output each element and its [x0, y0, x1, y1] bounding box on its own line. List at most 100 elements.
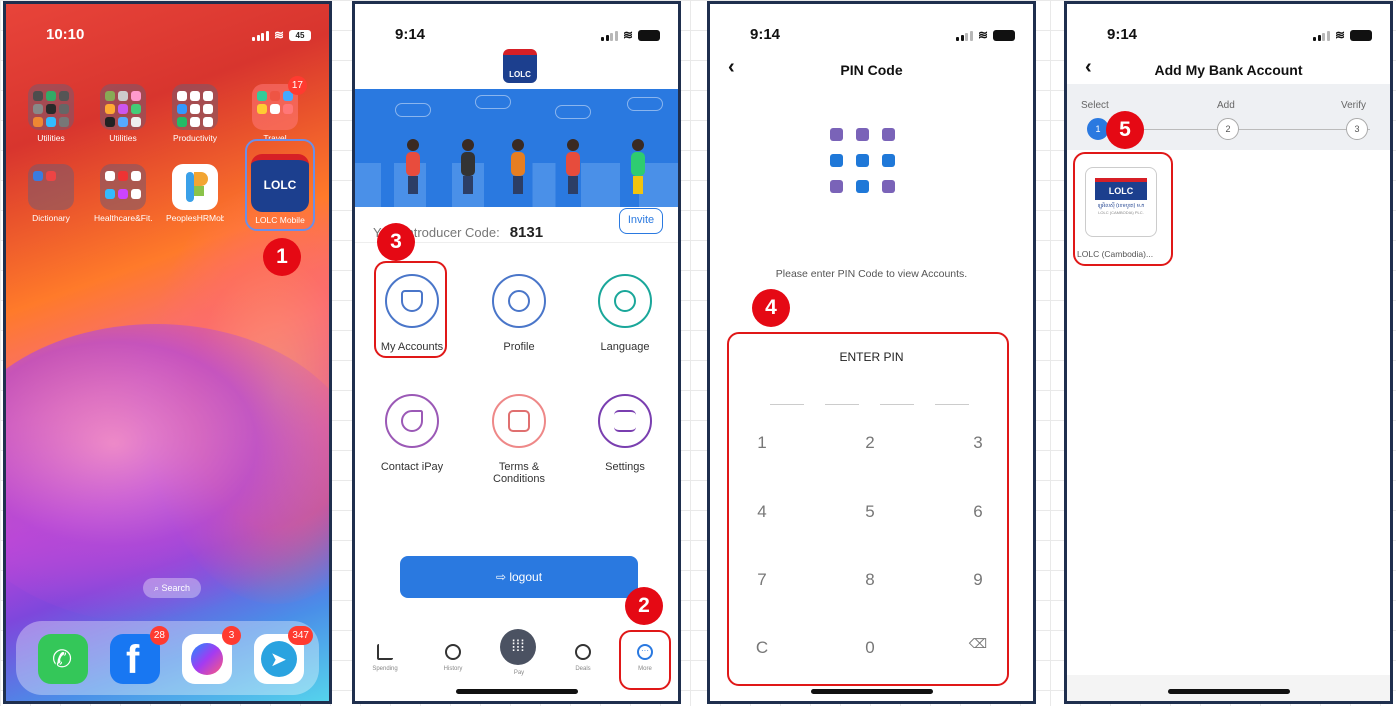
folder-icon: 17: [252, 76, 307, 130]
home-indicator: [810, 689, 933, 694]
battery-icon: [1350, 29, 1372, 41]
menu-profile[interactable]: Profile: [474, 274, 564, 353]
battery-icon: 45: [289, 29, 311, 41]
lolc-logo: LOLC: [503, 49, 537, 83]
introducer-value: 8131: [509, 224, 544, 241]
search-label: Search: [161, 583, 191, 593]
step-2: 2: [1217, 118, 1239, 140]
highlight-bank-option: [1073, 152, 1173, 266]
person-illustration: [405, 139, 421, 195]
signal-icon: [1313, 30, 1330, 41]
bar-chart-icon: [377, 644, 393, 660]
notification-badge: 28: [149, 626, 169, 645]
search-icon: ⌕: [153, 583, 162, 593]
folder-icon: [172, 84, 218, 130]
phone-app-icon[interactable]: ✆: [38, 634, 88, 684]
page-title: PIN Code: [840, 62, 903, 78]
step-marker-1: 1: [263, 238, 301, 276]
app-dictionary-folder[interactable]: Dictionary: [22, 164, 80, 223]
bottom-area: [1067, 675, 1390, 701]
person-illustration: [630, 139, 646, 195]
app-utilities-folder[interactable]: Utilities: [22, 84, 80, 143]
tab-spending[interactable]: Spending: [365, 644, 405, 672]
tab-history[interactable]: History: [433, 644, 473, 672]
step-marker-3: 3: [377, 223, 415, 261]
tag-icon: [575, 644, 591, 660]
app-label: Productivity: [173, 133, 217, 143]
menu-terms[interactable]: Terms & Conditions: [474, 394, 564, 485]
wifi-icon: ≋: [273, 28, 284, 42]
tab-label: History: [443, 666, 463, 672]
home-indicator: [455, 689, 578, 694]
tab-deals[interactable]: Deals: [563, 644, 603, 672]
battery-icon: [993, 29, 1015, 41]
highlight-more-tab: [619, 630, 671, 690]
app-label: Dictionary: [32, 213, 70, 223]
signal-icon: [252, 30, 269, 41]
menu-label: Contact iPay: [380, 461, 444, 473]
step-marker-2: 2: [625, 587, 663, 625]
phone-icon: [385, 394, 439, 448]
highlight-my-accounts: [374, 261, 447, 358]
pin-pattern-icon: [830, 128, 895, 193]
menu-contact-ipay[interactable]: Contact iPay: [367, 394, 457, 473]
notification-badge: 3: [222, 626, 241, 645]
battery-icon: [638, 29, 660, 41]
menu-label: Terms & Conditions: [493, 461, 545, 485]
tab-label: Deals: [575, 666, 591, 672]
messenger-app-icon[interactable]: 3: [182, 626, 241, 684]
status-bar: 9:14 ≋: [710, 26, 1033, 46]
app-label: Healthcare&Fit...: [94, 213, 152, 223]
menu-settings[interactable]: Settings: [580, 394, 670, 473]
logout-button[interactable]: ⇨ logout: [400, 556, 638, 598]
tab-label: Spending: [372, 666, 398, 672]
folder-icon: [100, 164, 146, 210]
facebook-app-icon[interactable]: f 28: [110, 626, 169, 684]
app-utilities-folder-2[interactable]: Utilities: [94, 84, 152, 143]
app-label: Utilities: [109, 133, 137, 143]
signal-icon: [601, 30, 618, 41]
clock: 9:14: [1107, 26, 1138, 43]
clock-icon: [445, 644, 461, 660]
dock: ✆ f 28 3 ➤ 347: [16, 621, 319, 695]
logout-icon: ⇨: [495, 570, 510, 584]
phone-add-bank-account: 9:14 ≋ ‹ Add My Bank Account Select Add …: [1064, 1, 1393, 704]
step-label-add: Add: [1217, 100, 1235, 111]
menu-label: Settings: [605, 461, 645, 473]
person-illustration: [460, 139, 476, 195]
app-label: Utilities: [37, 133, 65, 143]
step-marker-5: 5: [1106, 111, 1144, 149]
clock: 9:14: [750, 26, 781, 43]
spotlight-search[interactable]: ⌕ Search: [143, 578, 201, 598]
app-travel-folder[interactable]: 17 Travel: [246, 76, 307, 143]
phone-home-screen: 10:10 ≋ 45 Utilities Utilities Productiv…: [3, 1, 332, 704]
menu-language[interactable]: Language: [580, 274, 670, 353]
step-label-verify: Verify: [1341, 100, 1367, 111]
pin-hint: Please enter PIN Code to view Accounts.: [775, 268, 968, 280]
app-healthcare-folder[interactable]: Healthcare&Fit...: [94, 164, 152, 223]
signal-icon: [956, 30, 973, 41]
app-productivity-folder[interactable]: Productivity: [166, 84, 224, 143]
sliders-icon: [598, 394, 652, 448]
status-bar: 9:14 ≋: [355, 26, 678, 46]
telegram-app-icon[interactable]: ➤ 347: [254, 626, 313, 684]
step-label-select: Select: [1081, 100, 1109, 111]
menu-label: Profile: [503, 341, 535, 353]
notification-badge: 17: [287, 76, 307, 95]
status-bar: 9:14 ≋: [1067, 26, 1390, 46]
page-title: Add My Bank Account: [1154, 62, 1303, 78]
person-illustration: [510, 139, 526, 195]
home-indicator: [1167, 689, 1290, 694]
tab-pay[interactable]: Pay: [499, 670, 539, 676]
invite-button[interactable]: Invite: [619, 208, 663, 234]
app-peopleshr[interactable]: PeoplesHRMobile: [166, 164, 224, 223]
status-bar: 10:10 ≋ 45: [6, 26, 329, 46]
folder-icon: [100, 84, 146, 130]
logout-label: logout: [509, 570, 543, 584]
grid-icon[interactable]: ⁞⁞⁞: [500, 629, 536, 665]
wifi-icon: ≋: [977, 28, 988, 42]
document-icon: [492, 394, 546, 448]
highlight-pin-pad: [727, 332, 1009, 686]
folder-icon: [28, 84, 74, 130]
step-marker-4: 4: [752, 289, 790, 327]
